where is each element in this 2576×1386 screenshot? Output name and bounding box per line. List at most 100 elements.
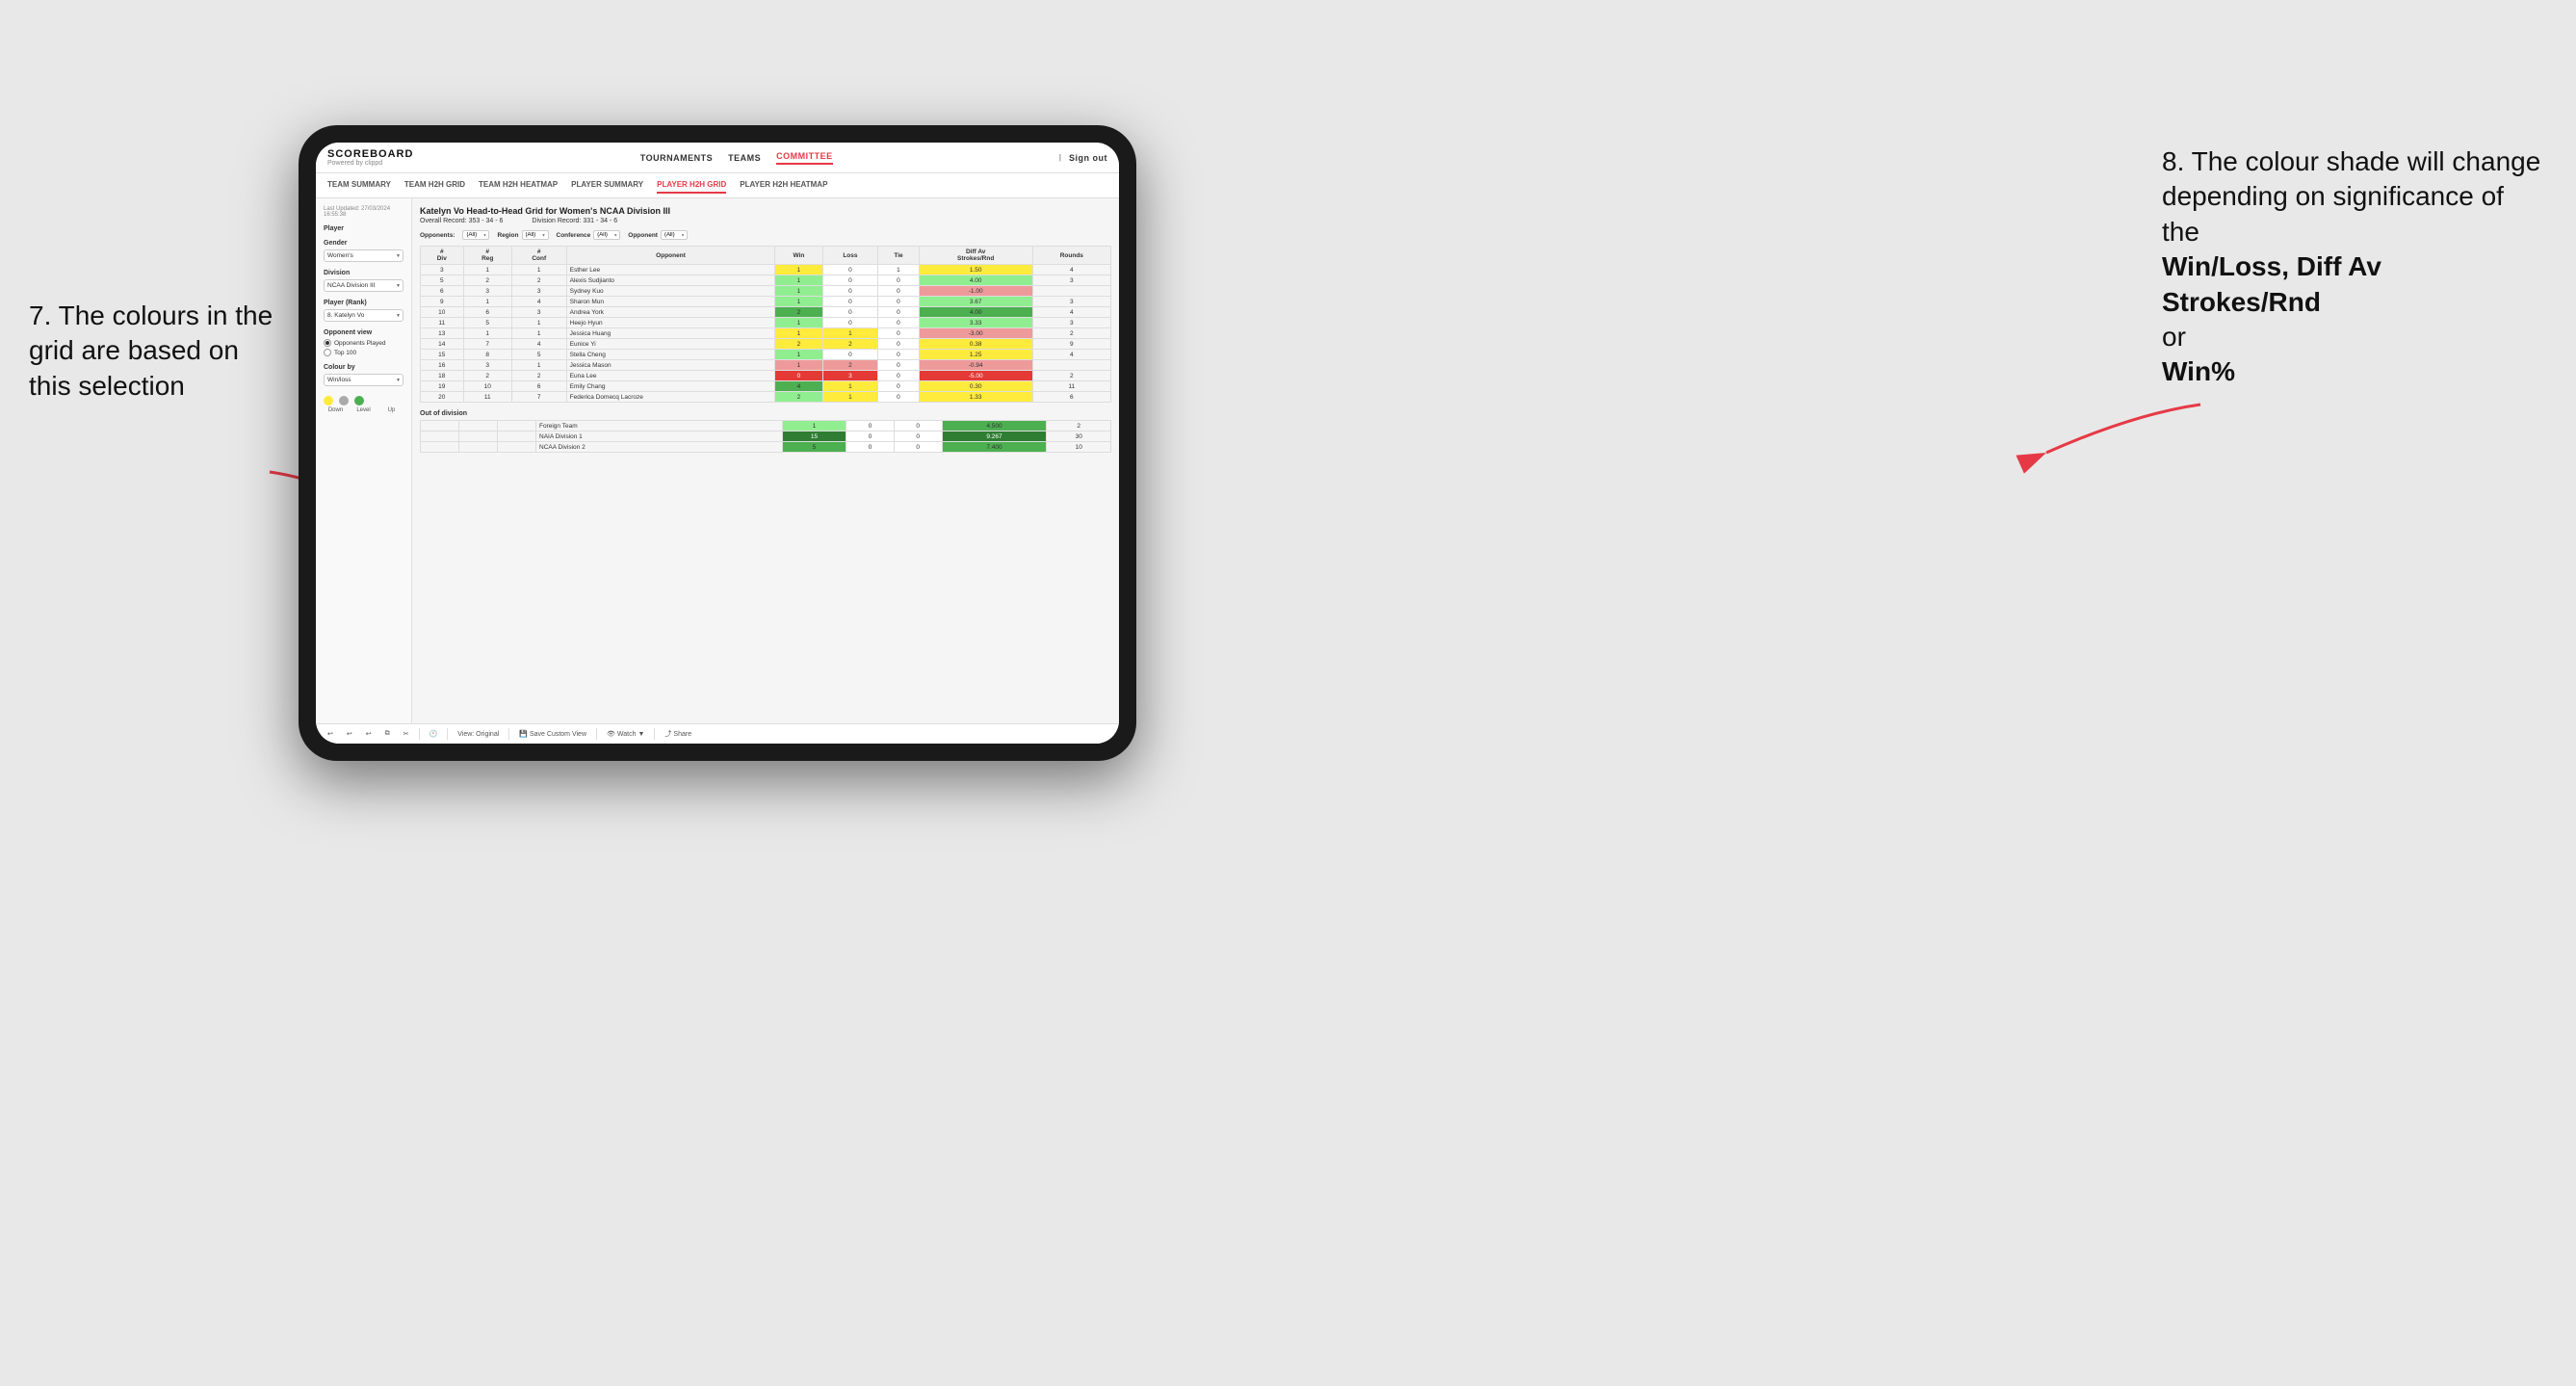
colour-by-section: Colour by Win/loss — [324, 364, 403, 386]
cell-loss: 0 — [822, 275, 878, 286]
cell-diff: -0.94 — [919, 360, 1032, 371]
nav-right: | Sign out — [1059, 153, 1107, 163]
cell-div: 13 — [421, 328, 464, 339]
dot-up — [354, 396, 364, 405]
clock-btn[interactable]: 🕐 — [426, 728, 442, 740]
sub-nav-player-summary[interactable]: PLAYER SUMMARY — [571, 177, 643, 194]
sidebar: Last Updated: 27/03/2024 16:55:38 Player… — [316, 198, 412, 723]
cell-reg: 11 — [463, 392, 511, 403]
watch-btn[interactable]: 👁 Watch ▼ — [603, 728, 648, 740]
cell-reg: 3 — [463, 286, 511, 297]
ood-cell-empty3 — [498, 442, 536, 453]
toolbar-divider-2 — [447, 728, 448, 740]
conference-filter-select[interactable]: (All) — [593, 230, 620, 240]
sidebar-player-rank-select[interactable]: 8. Katelyn Vo — [324, 309, 403, 322]
sub-nav-player-h2h-heatmap[interactable]: PLAYER H2H HEATMAP — [740, 177, 827, 194]
col-header-diff: Diff AvStrokes/Rnd — [919, 247, 1032, 265]
logo-title: SCOREBOARD — [327, 148, 413, 160]
overall-record-label: Overall Record: 353 - 34 - 6 — [420, 218, 503, 224]
radio-top100[interactable]: Top 100 — [324, 349, 403, 356]
cell-div: 20 — [421, 392, 464, 403]
ood-cell-loss: 0 — [846, 431, 895, 442]
col-header-loss: Loss — [822, 247, 878, 265]
colour-dots — [324, 396, 403, 405]
opponent-filter-select[interactable]: (All) — [661, 230, 688, 240]
dot-down — [324, 396, 333, 405]
table-row: 3 1 1 Esther Lee 1 0 1 1.50 4 — [421, 265, 1111, 275]
logo-area: SCOREBOARD Powered by clippd — [327, 148, 413, 167]
redo-btn[interactable]: ↩ — [343, 728, 356, 740]
cell-win: 1 — [775, 318, 822, 328]
table-header-row: #Div #Reg #Conf Opponent Win Loss Tie Di… — [421, 247, 1111, 265]
cell-rounds: 11 — [1032, 381, 1110, 392]
opponents-filter-label: Opponents: — [420, 232, 455, 239]
save-custom-btn[interactable]: 💾 Save Custom View — [515, 728, 590, 740]
nav-link-committee[interactable]: COMMITTEE — [776, 151, 833, 165]
opponent-label: Opponent — [628, 232, 658, 239]
sub-nav-team-h2h-grid[interactable]: TEAM H2H GRID — [404, 177, 465, 194]
share-btn[interactable]: ⤴ Share — [661, 727, 695, 741]
view-original-btn[interactable]: View: Original — [454, 729, 503, 740]
radio-opponents-played[interactable]: Opponents Played — [324, 339, 403, 347]
cell-reg: 2 — [463, 275, 511, 286]
cell-tie: 0 — [878, 360, 919, 371]
colour-by-select[interactable]: Win/loss — [324, 374, 403, 386]
undo-btn[interactable]: ↩ — [324, 728, 337, 740]
region-filter-select[interactable]: (All) — [522, 230, 549, 240]
cell-reg: 5 — [463, 318, 511, 328]
cell-rounds: 9 — [1032, 339, 1110, 350]
cell-conf: 6 — [511, 381, 566, 392]
back-btn[interactable]: ↩ — [362, 728, 376, 740]
cell-div: 15 — [421, 350, 464, 360]
cut-btn[interactable]: ✂ — [400, 728, 413, 740]
colour-by-wrap: Win/loss — [324, 374, 403, 386]
cell-reg: 1 — [463, 297, 511, 307]
cell-loss: 1 — [822, 392, 878, 403]
cell-loss: 0 — [822, 307, 878, 318]
cell-conf: 1 — [511, 265, 566, 275]
cell-reg: 7 — [463, 339, 511, 350]
cell-loss: 1 — [822, 328, 878, 339]
copy-btn[interactable]: ⧉ — [381, 728, 394, 740]
colour-by-label: Colour by — [324, 364, 403, 371]
opponent-view-label: Opponent view — [324, 329, 403, 336]
cell-diff: 0.30 — [919, 381, 1032, 392]
table-row: 14 7 4 Eunice Yi 2 2 0 0.38 9 — [421, 339, 1111, 350]
cell-reg: 2 — [463, 371, 511, 381]
ood-cell-diff: 4.500 — [942, 421, 1047, 431]
eye-icon: 👁 — [607, 730, 615, 738]
ood-cell-rounds: 30 — [1047, 431, 1111, 442]
cell-loss: 3 — [822, 371, 878, 381]
nav-link-teams[interactable]: TEAMS — [728, 153, 761, 163]
table-row: 18 2 2 Euna Lee 0 3 0 -5.00 2 — [421, 371, 1111, 381]
sidebar-gender-select[interactable]: Women's — [324, 249, 403, 262]
cell-opponent: Stella Cheng — [566, 350, 775, 360]
cell-rounds: 3 — [1032, 275, 1110, 286]
cell-win: 1 — [775, 297, 822, 307]
cell-conf: 1 — [511, 360, 566, 371]
cell-div: 5 — [421, 275, 464, 286]
ood-cell-empty1 — [421, 431, 459, 442]
sidebar-timestamp: Last Updated: 27/03/2024 16:55:38 — [324, 206, 403, 218]
opponents-filter-select[interactable]: (All) — [462, 230, 489, 240]
col-header-div: #Div — [421, 247, 464, 265]
cell-loss: 0 — [822, 286, 878, 297]
cell-diff: -1.00 — [919, 286, 1032, 297]
nav-link-tournaments[interactable]: TOURNAMENTS — [640, 153, 713, 163]
sign-out-link[interactable]: Sign out — [1069, 153, 1107, 163]
tablet-frame: SCOREBOARD Powered by clippd TOURNAMENTS… — [299, 125, 1136, 761]
ood-cell-win: 5 — [782, 442, 846, 453]
cell-tie: 0 — [878, 307, 919, 318]
annotation-left: 7. The colours in the grid are based on … — [29, 299, 279, 404]
cell-conf: 1 — [511, 328, 566, 339]
ood-cell-name: Foreign Team — [536, 421, 783, 431]
sub-nav-team-summary[interactable]: TEAM SUMMARY — [327, 177, 391, 194]
cell-win: 1 — [775, 350, 822, 360]
cell-tie: 0 — [878, 392, 919, 403]
cell-tie: 0 — [878, 339, 919, 350]
sub-nav-player-h2h-grid[interactable]: PLAYER H2H GRID — [657, 177, 726, 194]
sub-nav-team-h2h-heatmap[interactable]: TEAM H2H HEATMAP — [479, 177, 558, 194]
cell-reg: 8 — [463, 350, 511, 360]
toolbar-divider-3 — [508, 728, 509, 740]
sidebar-division-select[interactable]: NCAA Division III — [324, 279, 403, 292]
